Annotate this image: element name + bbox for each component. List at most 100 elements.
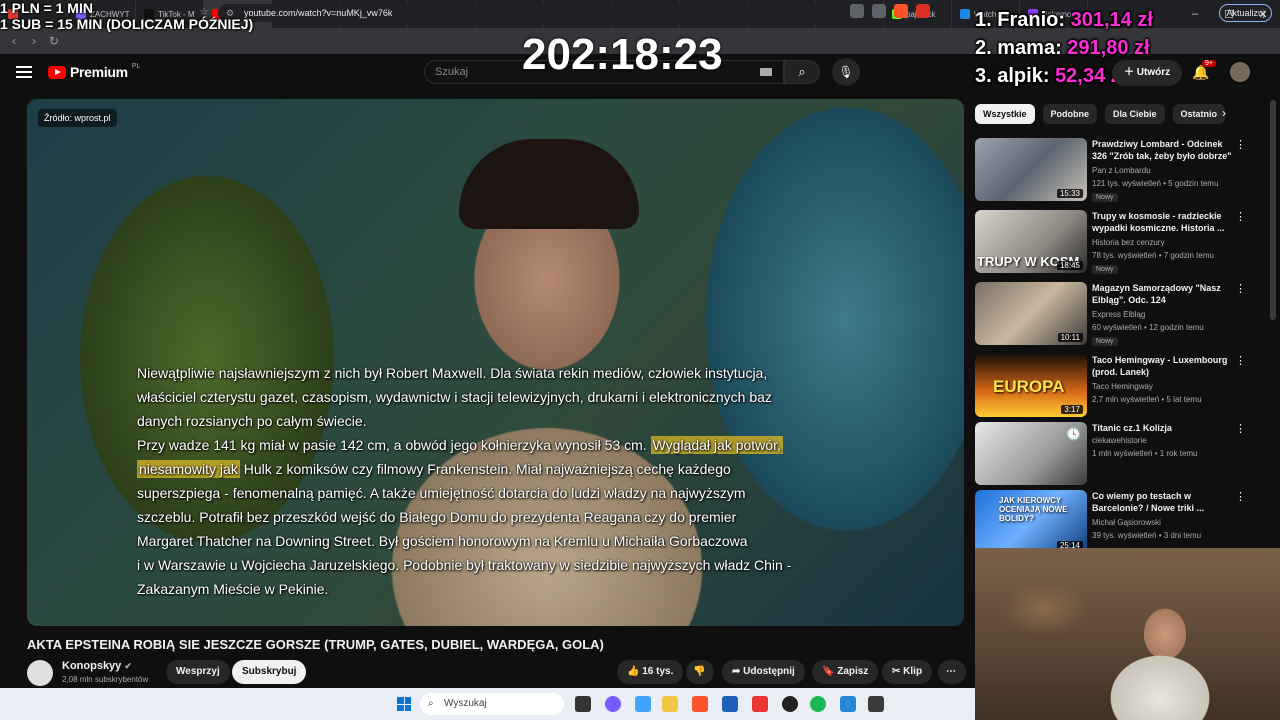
youtube-logo[interactable]: Premium PL: [48, 63, 140, 80]
filter-chip[interactable]: Wszystkie: [975, 104, 1035, 124]
windows-taskbar: ⌕ Wyszukaj: [0, 688, 975, 720]
recommended-channel[interactable]: Michał Gąsiorowski: [1092, 518, 1161, 527]
windows-start-icon[interactable]: [397, 697, 411, 711]
recommended-video[interactable]: TRUPY W KOSM 18:45 Trupy w kosmosie - radz…: [975, 210, 1265, 276]
notepad-icon[interactable]: [840, 696, 856, 712]
thumbs-down-icon: 👎: [693, 666, 706, 677]
tab-favicon-icon: [960, 9, 970, 19]
cast-icon[interactable]: [850, 4, 864, 18]
watch-later-icon[interactable]: 🕓: [1066, 427, 1081, 441]
video-duration: 3:17: [1061, 405, 1083, 414]
create-button[interactable]: ＋ Utwórz: [1112, 60, 1183, 86]
recommended-video[interactable]: JAK KIEROWCY OCENIAJĄ NOWE BOLIDY? 25:14 C…: [975, 490, 1265, 556]
subtitle-highlight: niesamowity jak: [137, 460, 240, 478]
more-actions-button[interactable]: ⋯: [938, 660, 966, 684]
video-thumbnail[interactable]: 🕓: [975, 422, 1087, 485]
app-icon[interactable]: [752, 696, 768, 712]
dislike-button[interactable]: 👎: [686, 660, 714, 684]
extension-icons: [850, 4, 930, 18]
spotify-icon[interactable]: [810, 696, 826, 712]
filter-chip[interactable]: Dla Ciebie: [1105, 104, 1165, 124]
filter-chip[interactable]: Podobne: [1042, 104, 1098, 124]
recommended-video[interactable]: 10:11 Magazyn Samorządowy "Nasz Elbląg". …: [975, 282, 1265, 348]
chat-app-icon[interactable]: [605, 696, 621, 712]
video-thumbnail[interactable]: 15:33: [975, 138, 1087, 201]
task-view-icon[interactable]: [575, 696, 591, 712]
support-button[interactable]: Wesprzyj: [166, 660, 230, 684]
more-options-icon[interactable]: ⋮: [1235, 422, 1246, 435]
back-icon[interactable]: ‹: [4, 34, 24, 48]
subscribe-button[interactable]: Subskrybuj: [232, 660, 307, 684]
sidebar-scrollbar[interactable]: [1270, 100, 1276, 320]
video-player[interactable]: Źródło: wprost.pl Niewątpliwie najsławni…: [27, 99, 964, 626]
youtube-header: Premium PL Szukaj ⌕ 🎙: [0, 54, 975, 96]
video-subtitles: Niewątpliwie najsławniejszym z nich był …: [137, 361, 857, 601]
mic-icon[interactable]: 🎙: [832, 58, 860, 86]
save-button[interactable]: 🔖 Zapisz: [812, 660, 879, 684]
chevron-right-icon[interactable]: ›: [1222, 106, 1226, 120]
forward-icon[interactable]: ›: [24, 34, 44, 48]
share-icon[interactable]: [872, 4, 886, 18]
clip-button[interactable]: ✂ Klip: [882, 660, 933, 684]
more-options-icon[interactable]: ⋮: [1235, 354, 1246, 367]
recommended-video-title[interactable]: Titanic cz.1 Kolizja: [1092, 422, 1232, 434]
video-duration: 10:11: [1057, 333, 1083, 342]
copilot-icon[interactable]: [635, 696, 651, 712]
recommended-channel[interactable]: Taco Hemingway: [1092, 382, 1153, 391]
url-field[interactable]: ⚙ youtube.com/watch?v=nuMKj_vw76k: [218, 4, 888, 22]
extension-badge-icon[interactable]: [916, 4, 930, 18]
video-thumbnail[interactable]: EUROPA 3:17: [975, 354, 1087, 417]
minimize-icon[interactable]: –: [1178, 0, 1212, 28]
new-badge: Nowy: [1092, 193, 1118, 202]
keyboard-icon[interactable]: [760, 68, 772, 76]
recommended-video-title[interactable]: Trupy w kosmosie - radzieckie wypadki ko…: [1092, 210, 1232, 234]
more-options-icon[interactable]: ⋮: [1235, 210, 1246, 223]
recommended-video-title[interactable]: Co wiemy po testach w Barcelonie? / Nowe…: [1092, 490, 1232, 514]
share-button[interactable]: ➦ Udostępnij: [722, 660, 805, 684]
channel-avatar[interactable]: [27, 660, 53, 686]
update-button[interactable]: Aktualizuj: [1219, 4, 1272, 22]
more-options-icon[interactable]: ⋮: [1235, 138, 1246, 151]
recommended-meta: 39 tys. wyświetleń • 3 dni temu: [1092, 531, 1202, 540]
video-thumbnail[interactable]: TRUPY W KOSM 18:45: [975, 210, 1087, 273]
brave-browser-icon[interactable]: [692, 696, 708, 712]
filter-chip[interactable]: Ostatnio: [1172, 104, 1226, 124]
recommended-channel[interactable]: Pan z Lombardu: [1092, 166, 1151, 175]
recommended-channel[interactable]: ciekawehistorie: [1092, 436, 1147, 445]
stream-timer: 202:18:23: [522, 30, 723, 79]
video-duration: 18:45: [1056, 261, 1083, 270]
recommended-meta: 121 tys. wyświetleń • 5 godzin temu: [1092, 179, 1219, 188]
menu-icon[interactable]: [16, 66, 32, 78]
file-explorer-icon[interactable]: [662, 696, 678, 712]
search-button[interactable]: ⌕: [784, 60, 820, 84]
subtitle-line: Przy wadze 141 kg miał w pasie 142 cm, a…: [137, 436, 783, 454]
recommended-video[interactable]: EUROPA 3:17 Taco Hemingway - Luxembourg (p…: [975, 354, 1265, 420]
webcam-overlay: [975, 548, 1280, 720]
like-button[interactable]: 👍 16 tys.: [617, 660, 684, 684]
recommended-video[interactable]: 15:33 Prawdziwy Lombard - Odcinek 326 "Zr…: [975, 138, 1265, 204]
subtitle-line: właściciel czterystu gazet, czasopism, w…: [137, 389, 772, 405]
app-icon[interactable]: [868, 696, 884, 712]
channel-name[interactable]: Konopskyy ✔: [62, 660, 132, 672]
recommended-video-title[interactable]: Magazyn Samorządowy "Nasz Elbląg". Odc. …: [1092, 282, 1232, 306]
taskbar-search-input[interactable]: ⌕ Wyszukaj: [420, 693, 564, 715]
recommended-video[interactable]: 🕓 Titanic cz.1 Kolizja ciekawehistorie 1 ml…: [975, 422, 1265, 488]
account-avatar[interactable]: [1230, 62, 1250, 82]
video-thumbnail[interactable]: 10:11: [975, 282, 1087, 345]
video-source-label: Źródło: wprost.pl: [38, 109, 117, 127]
reload-icon[interactable]: ↻: [44, 34, 64, 48]
url-text: youtube.com/watch?v=nuMKj_vw76k: [244, 8, 393, 18]
recommended-video-title[interactable]: Taco Hemingway - Luxembourg (prod. Lanek…: [1092, 354, 1232, 378]
thumbnail-caption: JAK KIEROWCY OCENIAJĄ NOWE BOLIDY?: [999, 496, 1068, 523]
more-options-icon[interactable]: ⋮: [1235, 490, 1246, 503]
ranking-row: 1. Franio: 301,14 zł: [975, 9, 1153, 31]
video-thumbnail[interactable]: JAK KIEROWCY OCENIAJĄ NOWE BOLIDY? 25:14: [975, 490, 1087, 553]
store-icon[interactable]: [722, 696, 738, 712]
recommended-video-title[interactable]: Prawdziwy Lombard - Odcinek 326 "Zrób ta…: [1092, 138, 1232, 162]
obs-icon[interactable]: [782, 696, 798, 712]
more-options-icon[interactable]: ⋮: [1235, 282, 1246, 295]
recommended-channel[interactable]: Express Elbląg: [1092, 310, 1145, 319]
notification-count: 9+: [1202, 60, 1216, 67]
recommended-channel[interactable]: Historia bez cenzury: [1092, 238, 1164, 247]
brave-shield-icon[interactable]: [894, 4, 908, 18]
